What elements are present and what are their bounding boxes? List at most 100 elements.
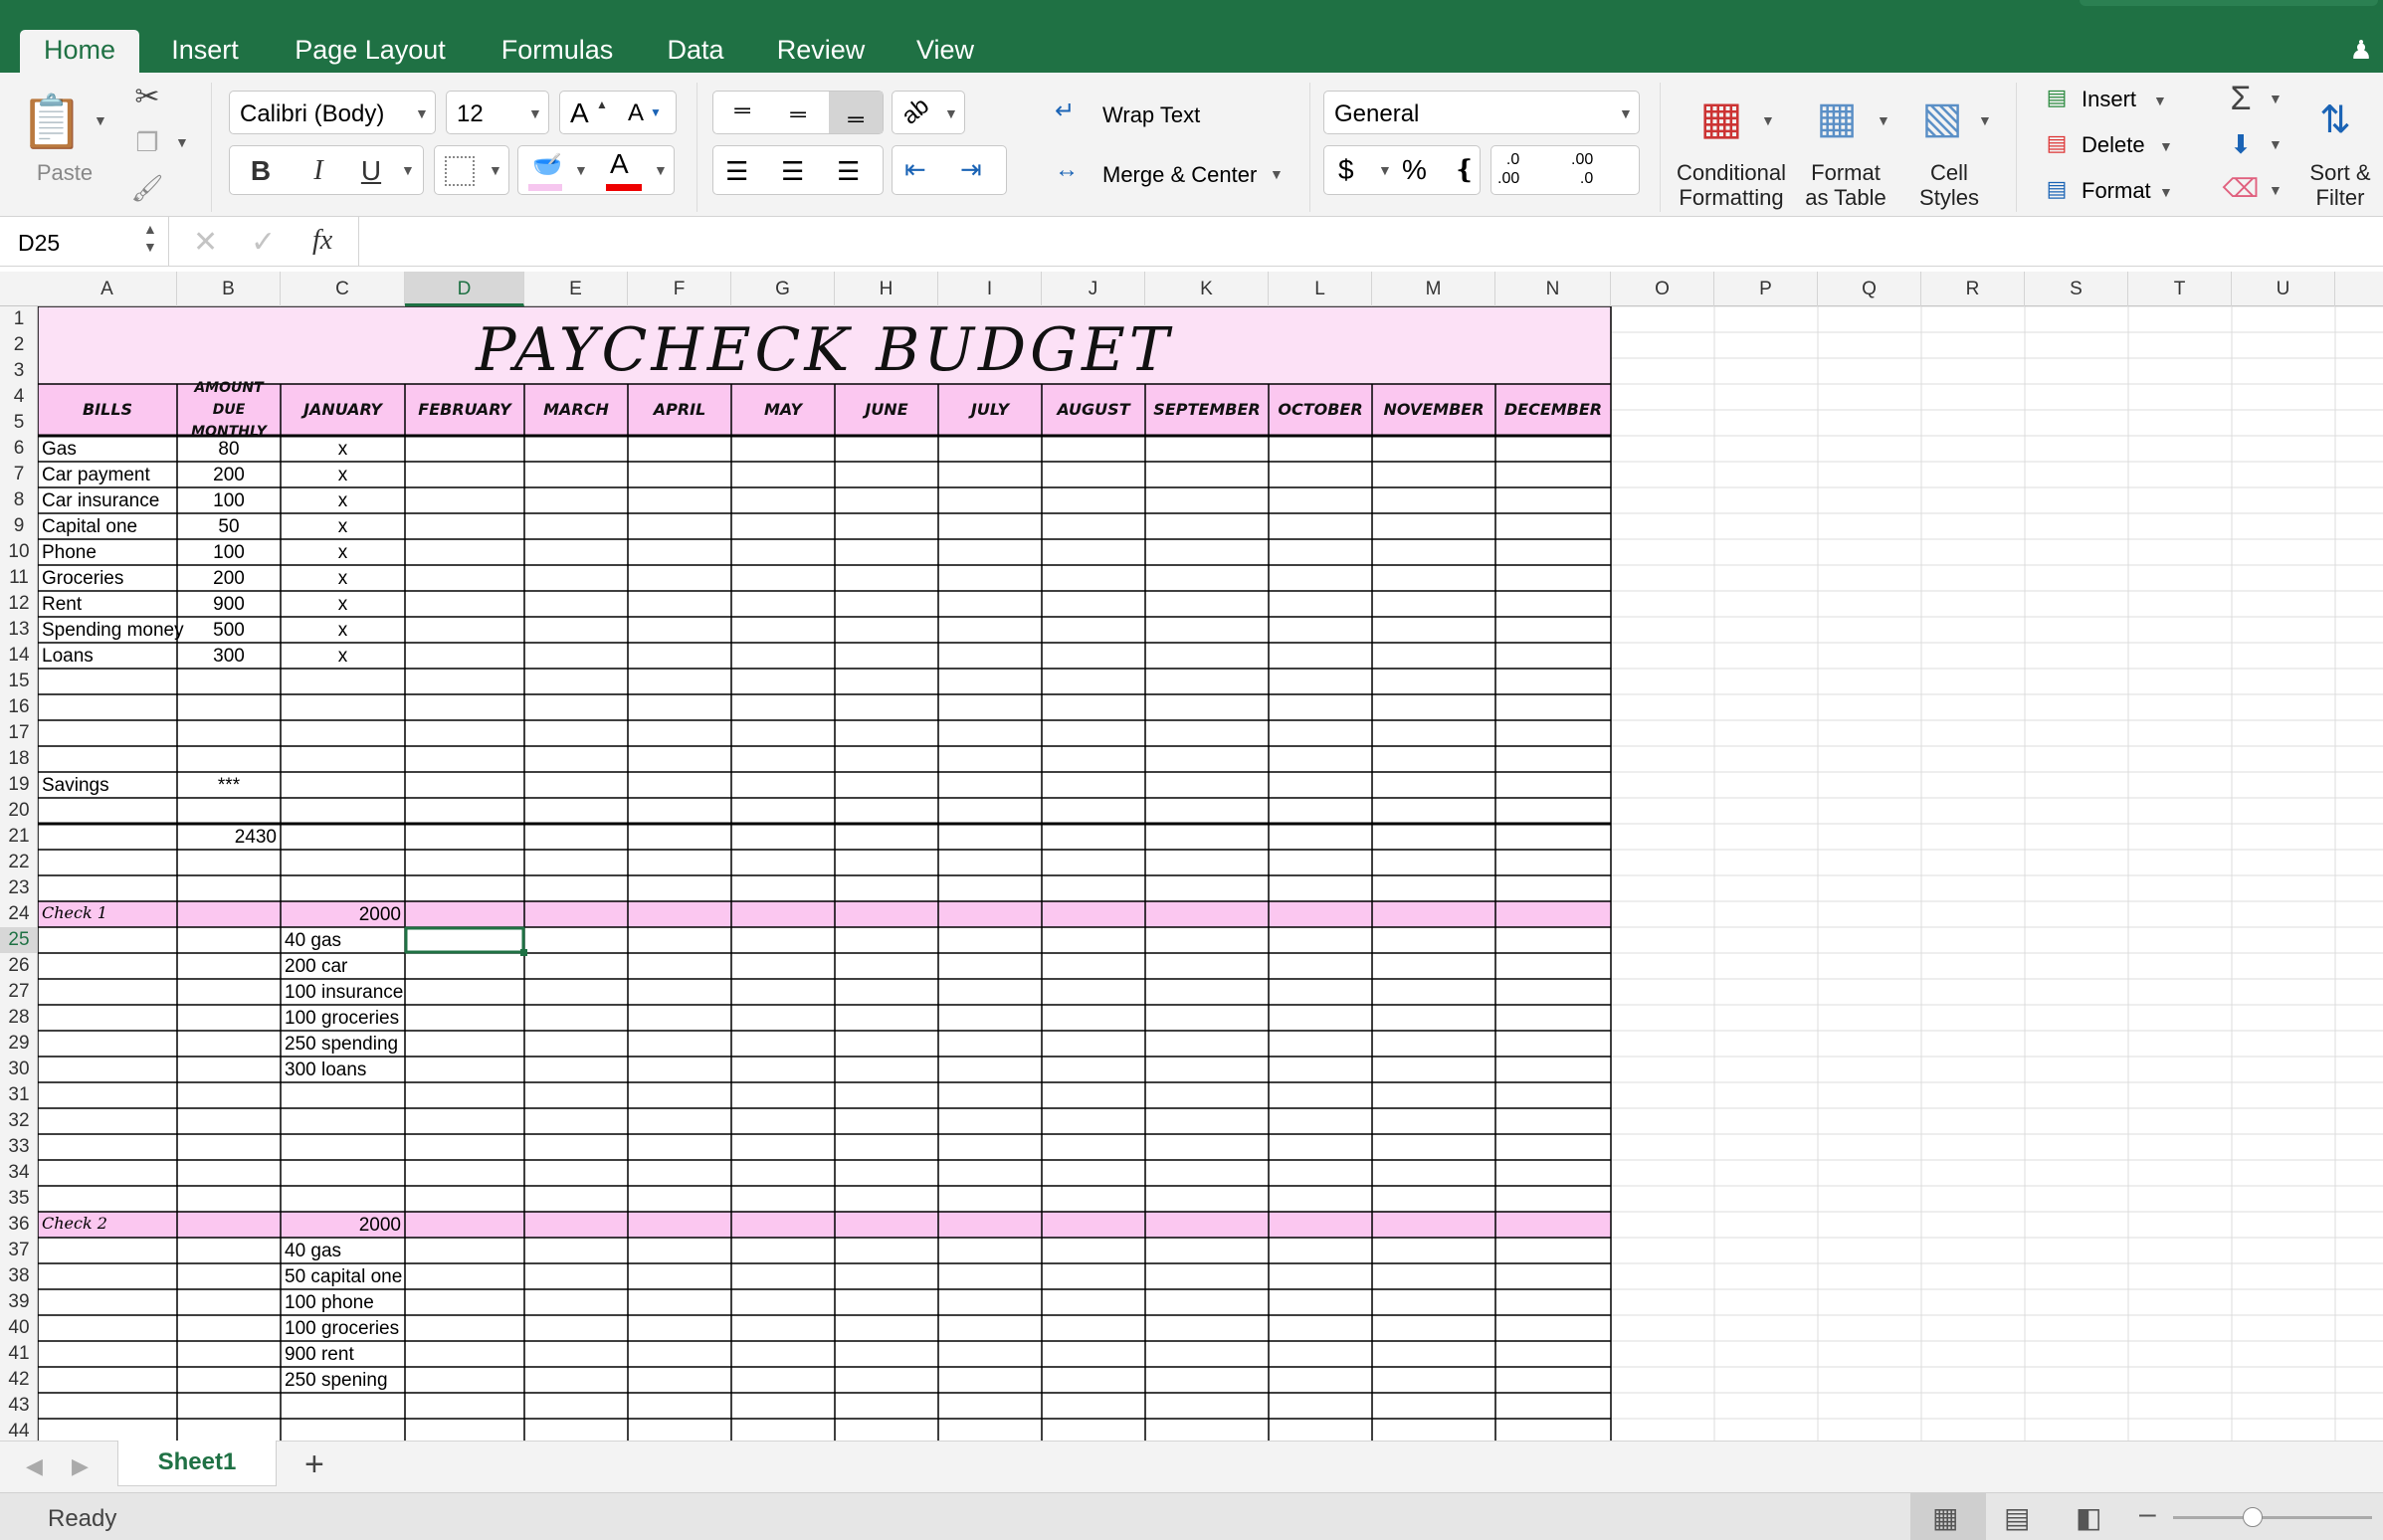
row-header-36[interactable]: 36 — [0, 1212, 37, 1238]
check2-label[interactable]: Check 2 — [42, 1216, 107, 1232]
format-dropdown-icon[interactable]: ▼ — [2159, 184, 2173, 200]
add-sheet-button[interactable]: + — [304, 1445, 324, 1484]
row-header-4[interactable]: 4 — [0, 384, 37, 410]
tab-view[interactable]: View — [900, 30, 990, 73]
row-header-24[interactable]: 24 — [0, 901, 37, 927]
autosum-dropdown-icon[interactable]: ▼ — [2269, 91, 2283, 106]
check1-item[interactable]: 100 groceries — [285, 1009, 399, 1028]
row-header-35[interactable]: 35 — [0, 1186, 37, 1212]
header-september[interactable]: SEPTEMBER — [1145, 384, 1269, 436]
row-header-18[interactable]: 18 — [0, 746, 37, 772]
conditional-formatting-icon[interactable]: ▦ — [1691, 85, 1751, 150]
row-header-8[interactable]: 8 — [0, 487, 37, 513]
check2-item[interactable]: 40 gas — [285, 1242, 341, 1260]
tab-review[interactable]: Review — [766, 30, 876, 73]
bill-paid-january[interactable]: x — [281, 543, 405, 562]
name-box[interactable]: D25 ▲ ▼ — [0, 217, 169, 267]
cell-styles-dropdown-icon[interactable]: ▼ — [1978, 112, 1992, 128]
tab-formulas[interactable]: Formulas — [488, 30, 627, 73]
format-table-dropdown-icon[interactable]: ▼ — [1877, 112, 1890, 128]
format-painter-icon[interactable]: 🖌 — [129, 170, 165, 206]
cancel-formula-icon[interactable]: ✕ — [193, 225, 218, 260]
header-october[interactable]: OCTOBER — [1269, 384, 1372, 436]
col-header-a[interactable]: A — [38, 272, 177, 306]
insert-function-button[interactable]: fx — [312, 225, 332, 257]
header-june[interactable]: JUNE — [835, 384, 938, 436]
format-cells-icon[interactable]: ▤ — [2040, 174, 2074, 204]
col-header-c[interactable]: C — [281, 272, 405, 306]
bill-paid-january[interactable]: x — [281, 621, 405, 640]
align-left-icon[interactable]: ☰ — [725, 156, 748, 187]
paste-dropdown-icon[interactable]: ▼ — [94, 112, 107, 128]
align-middle-icon[interactable]: ═ — [783, 101, 813, 127]
col-header-i[interactable]: I — [938, 272, 1042, 306]
check1-item[interactable]: 250 spending — [285, 1035, 398, 1054]
insert-dropdown-icon[interactable]: ▼ — [2153, 93, 2167, 108]
total-amount[interactable]: 2430 — [177, 828, 277, 847]
col-header-u[interactable]: U — [2232, 272, 2335, 306]
bill-name[interactable]: Phone — [42, 543, 97, 562]
bill-paid-january[interactable]: x — [281, 491, 405, 510]
align-bottom-icon[interactable]: ═ — [829, 92, 883, 133]
insert-cells-icon[interactable]: ▤ — [2040, 83, 2074, 112]
col-header-m[interactable]: M — [1372, 272, 1495, 306]
decrease-indent-icon[interactable]: ⇤ — [904, 154, 926, 185]
header-may[interactable]: MAY — [731, 384, 835, 436]
font-name-select[interactable]: Calibri (Body) ▼ — [229, 91, 436, 134]
row-header-26[interactable]: 26 — [0, 953, 37, 979]
header-february[interactable]: FEBRUARY — [405, 384, 524, 436]
bill-amount[interactable]: 50 — [177, 517, 281, 536]
wrap-text-button[interactable]: Wrap Text — [1102, 102, 1200, 128]
check2-item[interactable]: 250 spening — [285, 1371, 388, 1390]
row-header-40[interactable]: 40 — [0, 1315, 37, 1341]
bill-name[interactable]: Groceries — [42, 569, 123, 588]
delete-dropdown-icon[interactable]: ▼ — [2159, 138, 2173, 154]
page-layout-view-icon[interactable]: ▤ — [2004, 1501, 2030, 1534]
font-size-select[interactable]: 12 ▼ — [446, 91, 549, 134]
col-header-k[interactable]: K — [1145, 272, 1269, 306]
header-amount-due-monthly[interactable]: AMOUNT DUE MONTHLY — [177, 380, 281, 440]
clear-eraser-icon[interactable]: ⌫ — [2223, 170, 2260, 206]
row-header-25[interactable]: 25 — [0, 927, 37, 953]
currency-button[interactable]: $ — [1338, 154, 1354, 186]
borders-button[interactable]: ▼ — [434, 145, 509, 195]
shrink-font-button[interactable]: A — [628, 99, 644, 127]
header-bills[interactable]: BILLS — [38, 384, 177, 436]
italic-button[interactable]: I — [292, 148, 345, 194]
col-header-q[interactable]: Q — [1818, 272, 1921, 306]
header-december[interactable]: DECEMBER — [1495, 384, 1611, 436]
copy-icon[interactable]: ❐ — [129, 124, 165, 160]
header-march[interactable]: MARCH — [524, 384, 628, 436]
header-july[interactable]: JULY — [938, 384, 1042, 436]
row-header-44[interactable]: 44 — [0, 1419, 37, 1441]
conditional-formatting-label[interactable]: Conditional Formatting — [1672, 160, 1791, 210]
enter-formula-icon[interactable]: ✓ — [251, 225, 276, 260]
comma-button[interactable]: ❴ — [1454, 154, 1476, 185]
col-header-h[interactable]: H — [835, 272, 938, 306]
row-header-13[interactable]: 13 — [0, 617, 37, 643]
fill-down-icon[interactable]: ⬇ — [2223, 126, 2259, 162]
row-header-32[interactable]: 32 — [0, 1108, 37, 1134]
header-january[interactable]: JANUARY — [281, 384, 405, 436]
row-header-22[interactable]: 22 — [0, 850, 37, 875]
tab-data[interactable]: Data — [652, 30, 739, 73]
row-header-3[interactable]: 3 — [0, 358, 37, 384]
cut-icon[interactable]: ✂ — [129, 79, 165, 114]
scroll-left-icon[interactable]: ◀ — [26, 1453, 43, 1479]
row-header-23[interactable]: 23 — [0, 875, 37, 901]
col-header-l[interactable]: L — [1269, 272, 1372, 306]
page-break-view-icon[interactable]: ◧ — [2076, 1501, 2101, 1534]
bill-paid-january[interactable]: x — [281, 440, 405, 459]
row-header-16[interactable]: 16 — [0, 694, 37, 720]
zoom-out-icon[interactable]: – — [2139, 1497, 2156, 1531]
check1-item[interactable]: 40 gas — [285, 931, 341, 950]
cell-styles-label[interactable]: Cell Styles — [1904, 160, 1994, 210]
row-header-20[interactable]: 20 — [0, 798, 37, 824]
row-header-12[interactable]: 12 — [0, 591, 37, 617]
fill-dropdown-icon[interactable]: ▼ — [2269, 136, 2283, 152]
check2-item[interactable]: 900 rent — [285, 1345, 354, 1364]
row-header-11[interactable]: 11 — [0, 565, 37, 591]
savings-amount[interactable]: *** — [177, 776, 281, 795]
header-april[interactable]: APRIL — [628, 384, 731, 436]
merge-dropdown-icon[interactable]: ▼ — [1270, 166, 1284, 182]
